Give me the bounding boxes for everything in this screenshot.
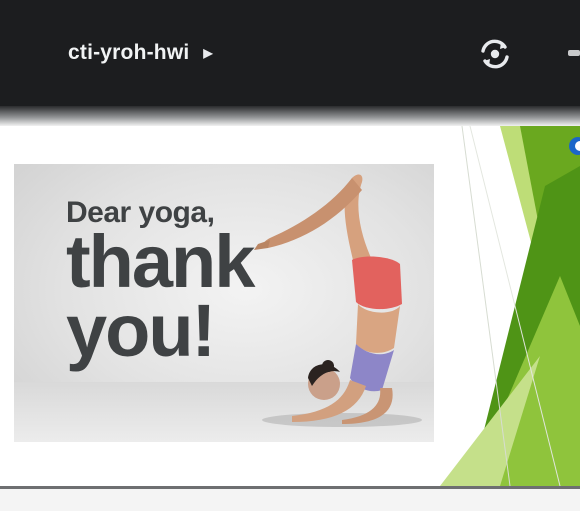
meeting-screen: cti-yroh-hwi ▶ Dear yoga, thank you! xyxy=(0,0,580,511)
more-options-icon[interactable] xyxy=(568,50,580,56)
yoga-thank-you-image: Dear yoga, thank you! xyxy=(14,164,434,442)
refresh-camera-icon[interactable] xyxy=(478,37,512,71)
top-bar-shadow xyxy=(0,106,580,126)
caret-right-icon: ▶ xyxy=(203,46,213,60)
yoga-pose-figure xyxy=(254,174,422,427)
image-text-line3: you! xyxy=(66,289,216,373)
meeting-top-bar: cti-yroh-hwi ▶ xyxy=(0,0,580,106)
bottom-divider xyxy=(0,486,580,511)
meeting-code-button[interactable]: cti-yroh-hwi ▶ xyxy=(0,0,300,106)
image-text-line2: thank xyxy=(66,220,255,303)
meeting-code-label: cti-yroh-hwi xyxy=(68,41,190,64)
image-caption: Dear yoga, thank you! xyxy=(66,198,255,373)
shared-slide: Dear yoga, thank you! xyxy=(0,126,580,486)
